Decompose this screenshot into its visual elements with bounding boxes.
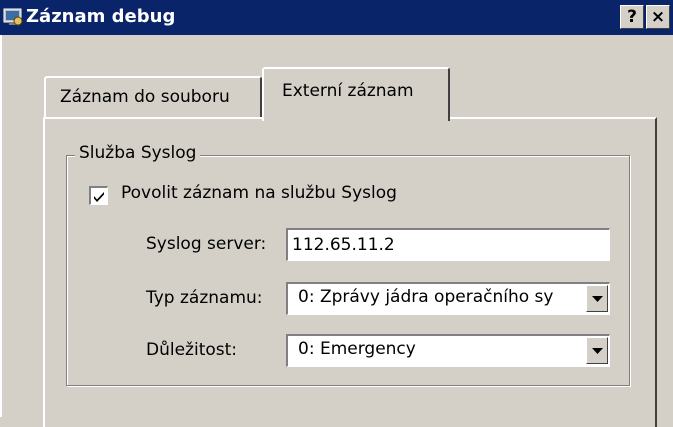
log-type-select[interactable]: 0: Zprávy jádra operačního sy <box>286 282 610 315</box>
severity-dropdown-button[interactable] <box>586 337 608 364</box>
tab-file-log[interactable]: Záznam do souboru <box>44 76 262 118</box>
syslog-server-label: Syslog server: <box>146 234 267 254</box>
app-icon <box>3 7 23 27</box>
window-title: Záznam debug <box>26 6 176 27</box>
enable-syslog-checkbox[interactable] <box>89 186 108 205</box>
log-type-dropdown-button[interactable] <box>586 285 608 312</box>
window-frame <box>0 35 2 417</box>
log-type-label: Typ záznamu: <box>146 288 263 308</box>
tab-external-log[interactable]: Externí záznam <box>262 67 450 121</box>
close-button[interactable]: × <box>646 5 670 29</box>
syslog-group-title: Služba Syslog <box>75 143 201 163</box>
chevron-down-icon <box>592 296 603 302</box>
chevron-down-icon <box>592 348 603 354</box>
syslog-server-input[interactable] <box>286 228 610 261</box>
enable-syslog-label[interactable]: Povolit záznam na službu Syslog <box>121 183 397 203</box>
checkmark-icon <box>94 192 104 202</box>
severity-value: 0: Emergency <box>298 339 416 359</box>
title-bar: Záznam debug ? × <box>0 0 673 35</box>
help-button[interactable]: ? <box>620 5 644 29</box>
severity-select[interactable]: 0: Emergency <box>286 334 610 367</box>
severity-label: Důležitost: <box>146 340 238 360</box>
log-type-value: 0: Zprávy jádra operačního sy <box>298 287 554 307</box>
